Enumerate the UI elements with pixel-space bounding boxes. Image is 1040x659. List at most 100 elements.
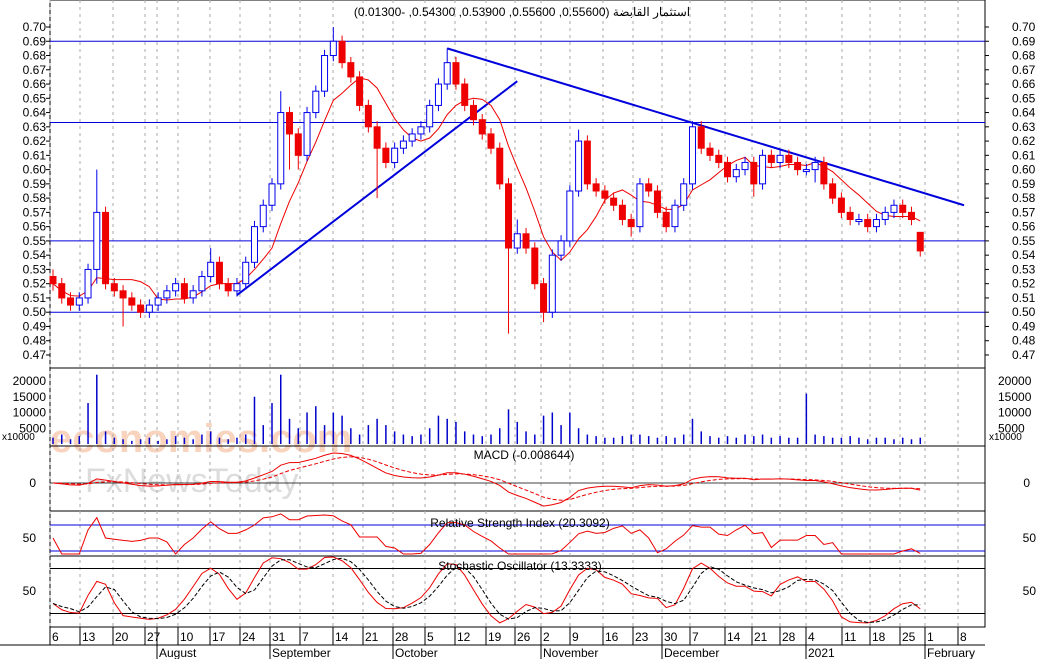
candle-body — [627, 219, 635, 228]
candle-body — [391, 147, 399, 163]
price-tick-label-right: 0.59 — [1012, 177, 1036, 191]
price-tick-label-right: 0.63 — [1012, 120, 1036, 134]
candle-body — [872, 219, 880, 228]
x-tick-label: 10 — [180, 630, 194, 644]
x-tick-label: 17 — [212, 630, 226, 644]
moving-average-line — [52, 77, 921, 301]
candle-body — [356, 76, 364, 106]
x-tick-label: 21 — [365, 630, 379, 644]
month-label: August — [159, 646, 197, 659]
price-tick-label-left: 0.51 — [23, 291, 47, 305]
candle-body — [636, 183, 644, 228]
candle-body — [645, 183, 653, 192]
candle-body — [189, 290, 197, 299]
price-tick-label-right: 0.69 — [1012, 34, 1036, 48]
x-tick-label: 7 — [692, 630, 699, 644]
price-tick-label-right: 0.61 — [1012, 148, 1036, 162]
candle-body — [592, 183, 600, 192]
x-tick-label: 19 — [488, 630, 502, 644]
candle-body — [84, 268, 92, 299]
candle-body — [855, 219, 863, 223]
x-tick-label: 4 — [808, 630, 815, 644]
price-tick-label-left: 0.61 — [23, 148, 47, 162]
price-tick-label-left: 0.58 — [23, 191, 47, 205]
candle-body — [382, 147, 390, 163]
price-tick-label-right: 0.55 — [1012, 234, 1036, 248]
candle-body — [180, 283, 188, 299]
candle-body — [75, 297, 83, 306]
candle-body — [469, 104, 477, 121]
x-tick-label: 30 — [664, 630, 678, 644]
candle-body — [207, 261, 215, 278]
price-tick-label-left: 0.64 — [23, 106, 47, 120]
volume-tick-label-left: 10000 — [13, 406, 47, 420]
candle-body — [294, 133, 302, 156]
watermark-fxnewstoday: FxNewsToday — [85, 462, 299, 500]
x-tick-label: 2 — [543, 630, 550, 644]
stock-chart: economies.com FxNewsToday x10000 x10000 … — [0, 0, 1040, 659]
price-tick-label-left: 0.50 — [23, 305, 47, 319]
price-tick-label-right: 0.60 — [1012, 163, 1036, 177]
candle-body — [443, 62, 451, 85]
volume-tick-label-left: 20000 — [13, 374, 47, 388]
candle-body — [128, 297, 136, 306]
x-tick-label: 7 — [302, 630, 309, 644]
price-tick-label-right: 0.54 — [1012, 248, 1036, 262]
x-tick-label: 6 — [52, 630, 59, 644]
x-tick-label: 31 — [272, 630, 286, 644]
rsi-tick-left: 50 — [23, 531, 37, 545]
candle-body — [93, 211, 101, 270]
price-tick-label-right: 0.65 — [1012, 91, 1036, 105]
candle-body — [829, 183, 837, 199]
candle-body — [522, 233, 530, 249]
candle-body — [268, 183, 276, 206]
x-tick-label: 14 — [335, 630, 349, 644]
x-tick-label: 12 — [457, 630, 471, 644]
price-tick-label-left: 0.69 — [23, 34, 47, 48]
price-tick-label-right: 0.47 — [1012, 348, 1036, 362]
price-tick-label-left: 0.63 — [23, 120, 47, 134]
candle-body — [137, 304, 145, 313]
price-tick-label-left: 0.60 — [23, 163, 47, 177]
candle-body — [916, 231, 924, 252]
price-tick-label-right: 0.53 — [1012, 262, 1036, 276]
volume-tick-label-left: 15000 — [13, 390, 47, 404]
candle-body — [399, 140, 407, 149]
x-tick-label: 23 — [635, 630, 649, 644]
panel-border — [49, 0, 986, 369]
price-tick-label-left: 0.57 — [23, 205, 47, 219]
candle-body — [618, 204, 626, 221]
candle-body — [224, 283, 232, 292]
price-tick-label-left: 0.49 — [23, 319, 47, 333]
candle-body — [233, 283, 241, 292]
macd-tick-left: 0 — [29, 476, 36, 490]
x-tick-label: 9 — [572, 630, 579, 644]
candle-body — [513, 233, 521, 249]
candle-body — [215, 261, 223, 285]
price-tick-label-right: 0.56 — [1012, 220, 1036, 234]
stoch-tick-left: 50 — [23, 584, 37, 598]
price-tick-label-left: 0.48 — [23, 334, 47, 348]
volume-tick-label-right: 10000 — [998, 406, 1032, 420]
candle-body — [321, 55, 329, 92]
candle-body — [706, 147, 714, 156]
price-tick-label-left: 0.62 — [23, 134, 47, 148]
candle-body — [250, 226, 258, 263]
candle-body — [776, 154, 784, 163]
month-label: October — [395, 646, 438, 659]
candle-body — [802, 169, 810, 173]
candle-body — [601, 190, 609, 199]
candle-body — [846, 211, 854, 221]
price-tick-label-right: 0.52 — [1012, 277, 1036, 291]
price-tick-label-left: 0.70 — [23, 20, 47, 34]
rsi-label: Relative Strength Index (20.3092) — [430, 516, 609, 530]
candle-body — [557, 240, 565, 256]
month-label: December — [664, 646, 719, 659]
month-label: 2021 — [808, 646, 835, 659]
price-tick-label-left: 0.56 — [23, 220, 47, 234]
x-tick-label: 14 — [727, 630, 741, 644]
x-tick-label: 24 — [242, 630, 256, 644]
x-tick-label: 1 — [927, 630, 934, 644]
candle-body — [548, 254, 556, 313]
candle-body — [680, 183, 688, 206]
